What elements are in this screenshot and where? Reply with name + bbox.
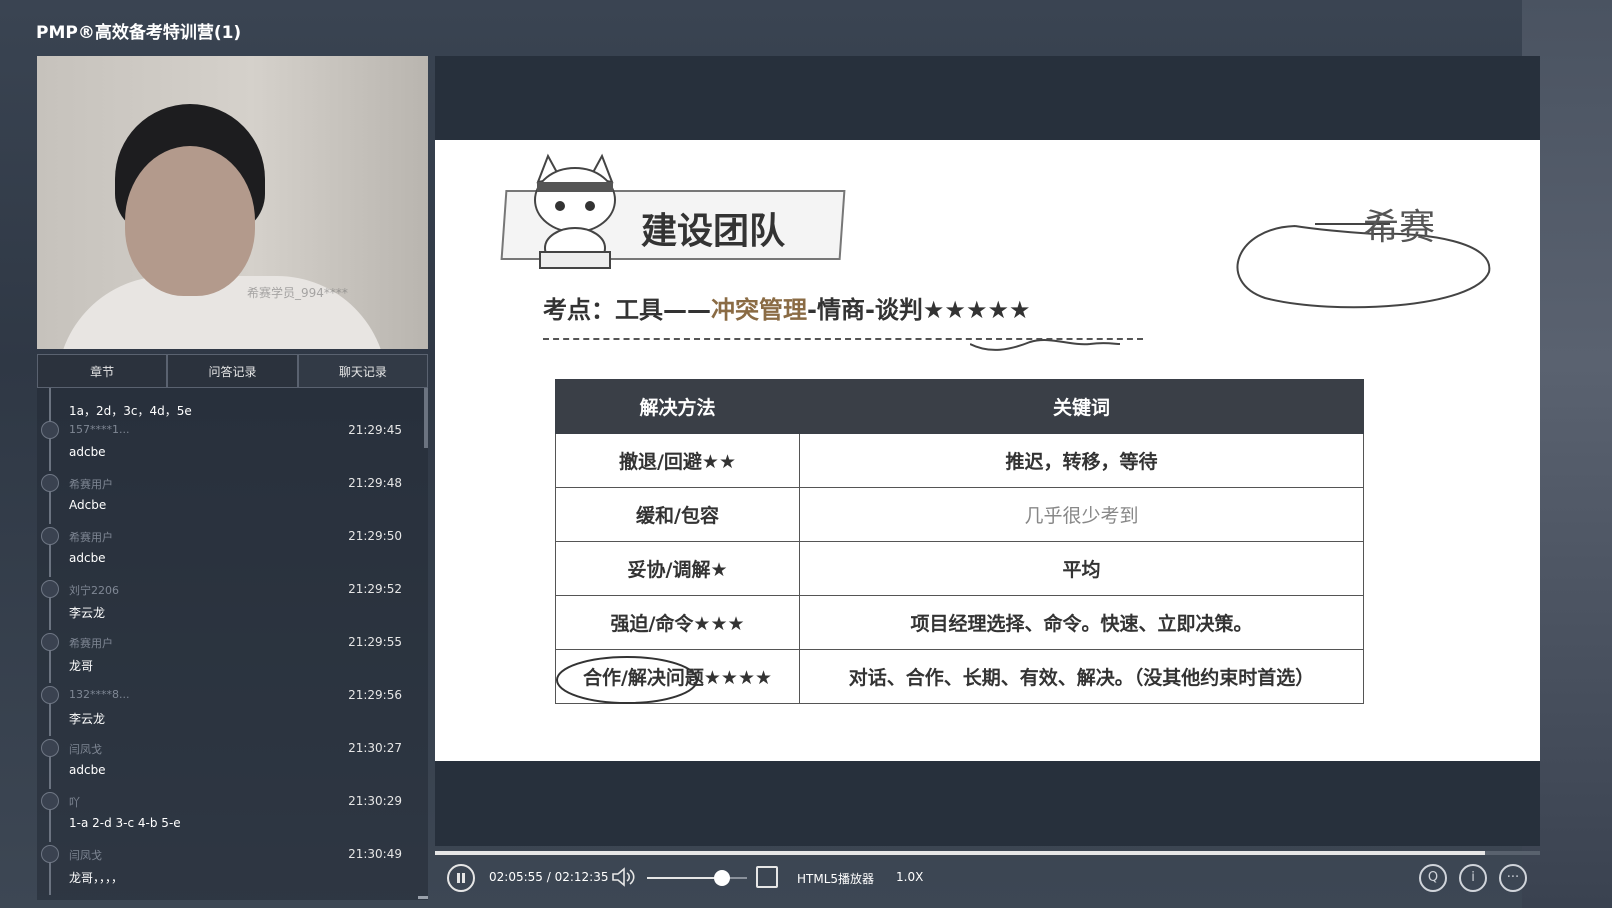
exam-point-prefix: 考点：工具—— [543,296,711,324]
avatar-icon [41,845,59,863]
app-title: PMP®高效备考特训营(1) [36,23,242,43]
chat-user: 闫凤戈 [69,849,102,862]
chat-message: 刘宁2206 21:29:52 李云龙 [37,574,428,630]
speed-button[interactable]: 1.0X [896,870,923,884]
avatar-icon [41,686,59,704]
cat-mascot-icon [534,153,616,269]
cell-method: 撤退/回避★★ [555,433,800,488]
chat-message: 132****8... 21:29:56 李云龙 [37,680,428,736]
exam-point-highlight: 冲突管理 [711,296,807,324]
chat-scrollbar[interactable] [424,388,428,448]
volume-fill [647,877,722,879]
chat-time: 21:29:56 [348,688,402,702]
chat-user: 希赛用户 [69,478,113,491]
chat-time: 21:30:27 [348,741,402,755]
chat-user: 吖 [69,796,80,809]
player-controls: 02:05:55 / 02:12:35 HTML5播放器 1.0X Q i ··… [435,860,1540,896]
chat-text: 龙哥 [69,659,94,673]
avatar-icon [41,633,59,651]
cell-keywords: 推迟，转移，等待 [799,433,1364,488]
exam-point: 考点：工具——冲突管理-情商-谈判★★★★★ [543,290,1031,325]
chat-message: 吖 21:30:29 1-a 2-d 3-c 4-b 5-e [37,786,428,842]
chat-message: 希赛用户 21:29:48 Adcbe [37,468,428,524]
chat-user: 闫凤戈 [69,743,102,756]
chat-time: 21:30:29 [348,794,402,808]
header-method: 解决方法 [555,379,800,434]
chat-text: Adcbe [69,498,107,512]
cell-keywords: 对话、合作、长期、有效、解决。（没其他约束时首选） [799,649,1364,704]
table-row: 撤退/回避★★ 推迟，转移，等待 [555,433,1364,488]
chat-text: 李云龙 [69,712,106,726]
chat-text: 1-a 2-d 3-c 4-b 5-e [69,816,181,830]
chat-message: 闫凤戈 21:30:49 龙哥，，，， [37,839,428,895]
avatar-icon [41,527,59,545]
handwritten-underline [970,339,1120,351]
player-name: HTML5播放器 [797,872,875,886]
chat-text: 龙哥，，，， [69,871,124,885]
chat-message: 希赛用户 21:29:50 adcbe [37,521,428,577]
chat-user: 希赛用户 [69,531,113,544]
tab-chat-records[interactable]: 聊天记录 [297,354,428,388]
table-row: 强迫/命令★★★ 项目经理选择、命令。快速、立即决策。 [555,595,1364,650]
fullscreen-icon[interactable] [756,866,778,888]
tab-qa-records[interactable]: 问答记录 [167,354,298,388]
brand-logo: 希赛 [1363,207,1436,248]
table-header-row: 解决方法 关键词 [555,379,1364,434]
cell-keywords: 项目经理选择、命令。快速、立即决策。 [799,595,1364,650]
chat-message: 157****1... 21:29:45 adcbe [37,415,428,471]
chat-user: 希赛用户 [69,637,113,650]
qa-icon[interactable]: Q [1419,864,1447,892]
more-icon[interactable]: ··· [1499,864,1527,892]
video-watermark: 希赛学员_994**** [247,286,348,300]
chat-time: 21:29:52 [348,582,402,596]
chat-time: 21:30:49 [348,847,402,861]
cell-keywords: 几乎很少考到 [799,487,1364,542]
table-row: 妥协/调解★ 平均 [555,541,1364,596]
chat-text: adcbe [69,551,106,565]
cell-method: 妥协/调解★ [555,541,800,596]
exam-point-suffix: -情商-谈判★★★★★ [807,296,1031,324]
cell-keywords: 平均 [799,541,1364,596]
slide: 建设团队 希赛 考点：工具——冲突管理-情商-谈判★★★★★ 解决方法 关键词 … [435,140,1540,761]
chat-user: 157****1... [69,423,130,436]
slide-heading: 建设团队 [641,211,786,252]
chat-time: 21:29:48 [348,476,402,490]
chat-message: 闫凤戈 21:30:27 adcbe [37,733,428,789]
table-row: 缓和/包容 几乎很少考到 [555,487,1364,542]
pause-icon[interactable] [447,864,475,892]
progress-fill[interactable] [435,851,1485,855]
cell-method: 强迫/命令★★★ [555,595,800,650]
avatar-icon [41,421,59,439]
avatar-icon [41,792,59,810]
person-face [125,146,255,296]
info-icon[interactable]: i [1459,864,1487,892]
panel-resize-handle[interactable] [418,896,428,899]
side-tabs: 章节 问答记录 聊天记录 [37,354,428,388]
cell-method: 缓和/包容 [555,487,800,542]
avatar-icon [41,474,59,492]
header-keywords: 关键词 [799,379,1364,434]
avatar-icon [41,739,59,757]
avatar-icon [41,580,59,598]
chat-time: 21:29:50 [348,529,402,543]
chat-text: adcbe [69,445,106,459]
volume-icon[interactable] [611,866,637,888]
tab-chapters[interactable]: 章节 [37,354,168,388]
chat-time: 21:29:55 [348,635,402,649]
volume-knob[interactable] [714,870,730,886]
chat-text: 李云龙 [69,606,106,620]
handwritten-oval [556,656,698,704]
teacher-video[interactable]: 希赛学员_994**** [37,56,428,349]
time-label: 02:05:55 / 02:12:35 [489,870,609,884]
chat-text: adcbe [69,763,106,777]
chat-user: 刘宁2206 [69,584,119,597]
chat-list[interactable]: 1a，2d，3c，4d，5e 157****1... 21:29:45 adcb… [37,388,428,900]
chat-time: 21:29:45 [348,423,402,437]
chat-user: 132****8... [69,688,130,701]
chat-message: 希赛用户 21:29:55 龙哥 [37,627,428,683]
